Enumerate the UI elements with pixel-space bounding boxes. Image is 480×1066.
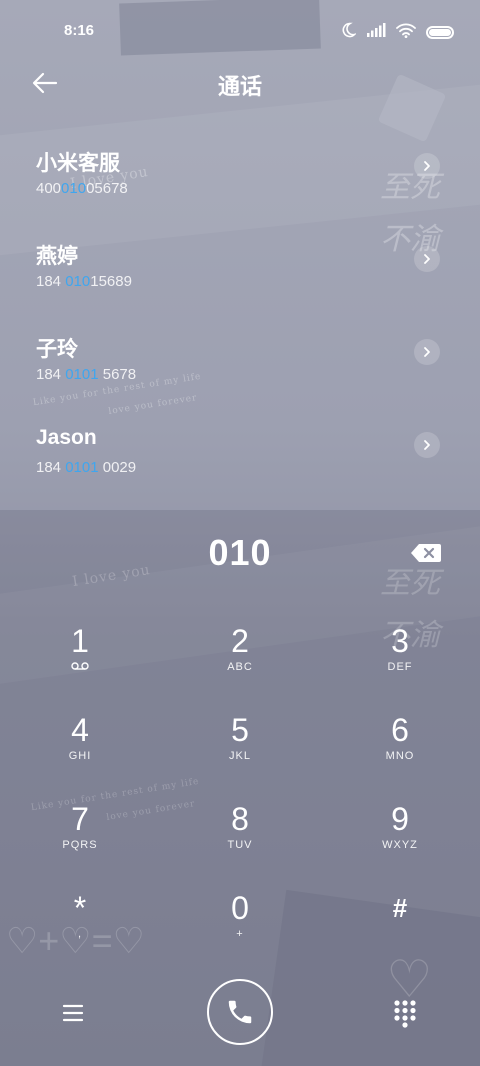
key-star[interactable]: * , [20, 889, 140, 969]
battery-icon [426, 26, 454, 39]
contact-number: 184 0101 5678 [36, 366, 137, 383]
key-digit: 4 [71, 712, 89, 748]
chevron-right-icon [424, 347, 430, 357]
dialpad-panel: 010 1 2 ABC 3 DEF 4 GHI 5 JKL 6 MNO 7 PQ… [0, 510, 480, 1066]
key-1[interactable]: 1 [20, 622, 140, 702]
key-digit: 7 [71, 801, 89, 837]
contact-item[interactable]: Jason 184 0101 0029 [0, 412, 480, 492]
key-digit: 1 [71, 623, 89, 659]
dialpad-bottom-bar [0, 978, 480, 1048]
contact-detail-button[interactable] [414, 246, 440, 272]
key-3[interactable]: 3 DEF [340, 622, 460, 702]
contact-item[interactable]: 子玲 184 0101 5678 [0, 319, 480, 399]
dialpad-grid-icon [394, 1000, 416, 1028]
page-title: 通话 [217, 74, 262, 99]
key-digit: 0 [231, 890, 249, 926]
hamburger-menu-icon [62, 1004, 84, 1022]
chevron-right-icon [424, 440, 430, 450]
status-bar: 8:16 [0, 0, 480, 62]
key-digit: # [392, 893, 408, 923]
key-letters: ABC [227, 661, 253, 673]
match-highlight: 010 [61, 180, 87, 197]
contact-item[interactable]: 燕婷 184 01015689 [0, 226, 480, 306]
status-time: 8:16 [64, 22, 95, 39]
key-letters: , [77, 928, 83, 940]
contact-name: 燕婷 [36, 245, 78, 268]
key-letters: TUV [227, 839, 253, 851]
key-hash[interactable]: # [340, 889, 460, 969]
key-digit: 6 [391, 712, 409, 748]
contact-number: 184 01015689 [36, 273, 132, 290]
match-highlight: 0101 [65, 366, 99, 383]
status-icons [340, 22, 454, 43]
call-button[interactable] [207, 979, 273, 1045]
signal-icon [366, 23, 386, 42]
key-0[interactable]: 0 + [180, 889, 300, 969]
chevron-right-icon [424, 161, 430, 171]
key-letters: PQRS [62, 839, 98, 851]
key-letters: GHI [68, 750, 92, 762]
contact-detail-button[interactable] [414, 432, 440, 458]
key-letters: JKL [229, 750, 251, 762]
key-5[interactable]: 5 JKL [180, 711, 300, 791]
key-digit: 3 [391, 623, 409, 659]
contact-name: 小米客服 [36, 152, 120, 175]
key-9[interactable]: 9 WXYZ [340, 800, 460, 880]
menu-button[interactable] [58, 1000, 88, 1026]
key-digit: 8 [231, 801, 249, 837]
voicemail-icon [20, 661, 140, 674]
key-letters: + [236, 928, 244, 940]
contact-detail-button[interactable] [414, 339, 440, 365]
header: 通话 [0, 62, 480, 104]
dialed-number-display: 010 [208, 532, 272, 573]
key-7[interactable]: 7 PQRS [20, 800, 140, 880]
key-4[interactable]: 4 GHI [20, 711, 140, 791]
wifi-icon [396, 23, 416, 43]
match-highlight: 010 [65, 273, 91, 290]
contact-number: 184 0101 0029 [36, 459, 137, 476]
key-8[interactable]: 8 TUV [180, 800, 300, 880]
chevron-right-icon [424, 254, 430, 264]
backspace-icon [411, 544, 441, 562]
key-2[interactable]: 2 ABC [180, 622, 300, 702]
key-6[interactable]: 6 MNO [340, 711, 460, 791]
contact-detail-button[interactable] [414, 153, 440, 179]
match-highlight: 0101 [65, 459, 99, 476]
keypad-toggle-button[interactable] [392, 998, 418, 1028]
contact-number: 40001005678 [36, 180, 128, 197]
contact-name: Jason [36, 426, 97, 449]
phone-icon [228, 1000, 252, 1024]
key-letters: DEF [387, 661, 413, 673]
contact-item[interactable]: 小米客服 40001005678 [0, 133, 480, 213]
key-letters: WXYZ [382, 839, 418, 851]
contact-name: 子玲 [36, 338, 78, 361]
key-digit: 2 [231, 623, 249, 659]
key-digit: * [73, 890, 87, 926]
key-digit: 5 [231, 712, 249, 748]
key-letters: MNO [385, 750, 415, 762]
key-digit: 9 [391, 801, 409, 837]
moon-icon [340, 22, 358, 43]
backspace-button[interactable] [410, 542, 442, 564]
